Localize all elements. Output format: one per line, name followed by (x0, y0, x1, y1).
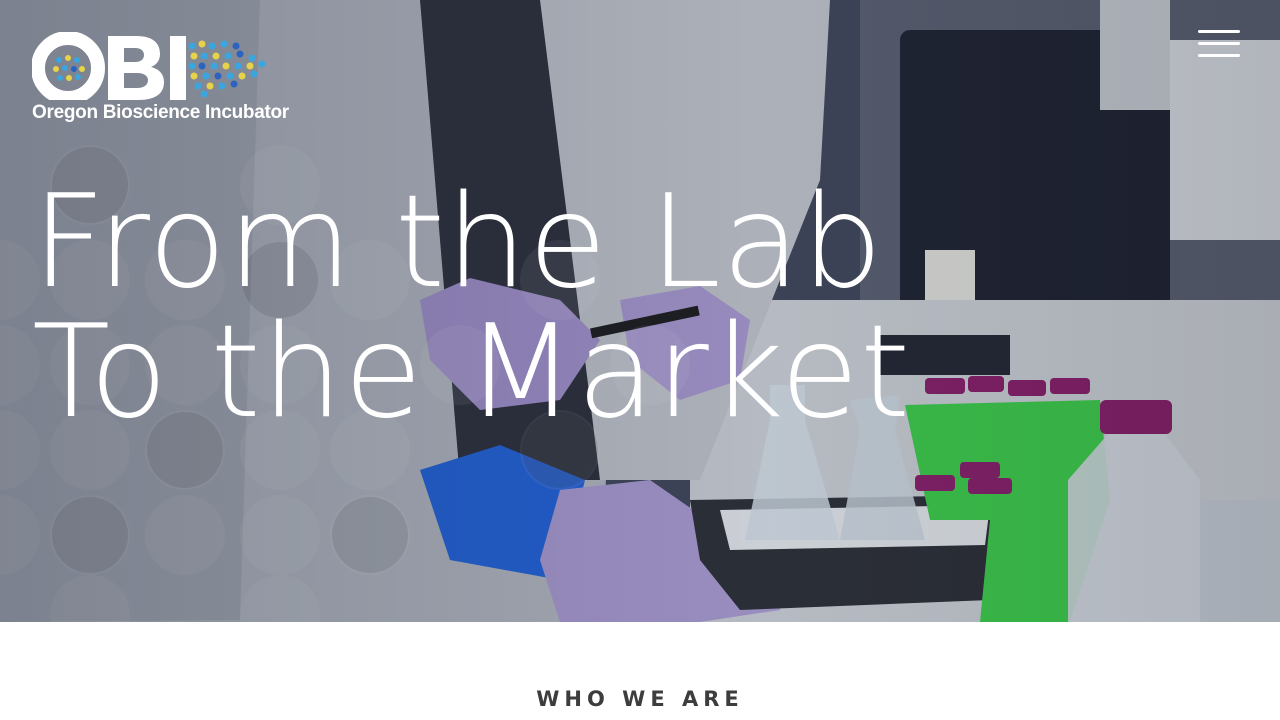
hamburger-icon-bar (1198, 54, 1240, 57)
hamburger-menu-button[interactable] (1198, 30, 1240, 58)
hamburger-icon-bar (1198, 42, 1240, 45)
section-heading-who-we-are: WHO WE ARE (536, 687, 744, 711)
logo-dot-cluster (188, 40, 266, 98)
hamburger-icon (1198, 30, 1240, 33)
logo-dot-cluster-o (53, 55, 85, 81)
obi-logo-mark (32, 32, 266, 100)
logo-tagline: Oregon Bioscience Incubator (32, 102, 289, 123)
hero-headline: From the Lab To the Market (32, 178, 932, 438)
hero-headline-line1: From the Lab (32, 168, 884, 317)
hero-headline-line2: To the Market (32, 298, 912, 447)
obi-logo-link[interactable]: Oregon Bioscience Incubator (32, 32, 289, 126)
